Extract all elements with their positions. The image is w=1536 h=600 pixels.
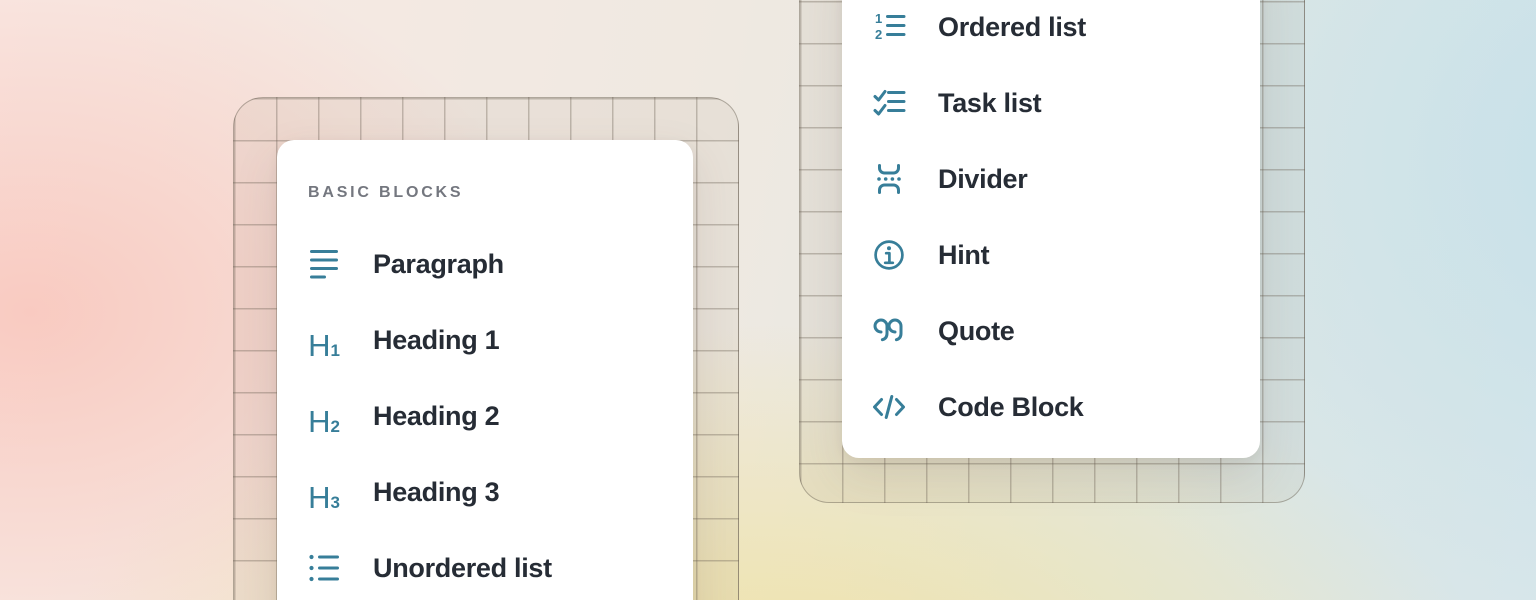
menu-section-title: BASIC BLOCKS (277, 184, 693, 201)
menu-item-task-list[interactable]: Task list (842, 65, 1260, 141)
code-block-icon (871, 389, 907, 425)
menu-item-quote[interactable]: Quote (842, 293, 1260, 369)
menu-item-label: Task list (938, 90, 1041, 117)
hint-icon (871, 237, 907, 273)
menu-item-label: Heading 1 (373, 327, 499, 354)
menu-item-label: Heading 3 (373, 479, 499, 506)
menu-item-label: Hint (938, 242, 989, 269)
unordered-list-icon (306, 550, 342, 586)
menu-item-label: Ordered list (938, 14, 1086, 41)
heading-1-icon: H1 (306, 322, 342, 358)
ordered-list-icon: 1 2 (871, 9, 907, 45)
background: BASIC BLOCKS Paragraph H1 Heading 1 H2 H… (0, 0, 1536, 600)
menu-item-unordered-list[interactable]: Unordered list (277, 530, 693, 600)
paragraph-icon (306, 246, 342, 282)
menu-item-heading-1[interactable]: H1 Heading 1 (277, 302, 693, 378)
menu-item-heading-2[interactable]: H2 Heading 2 (277, 378, 693, 454)
menu-item-paragraph[interactable]: Paragraph (277, 226, 693, 302)
menu-item-code-block[interactable]: Code Block (842, 369, 1260, 445)
menu-item-label: Unordered list (373, 555, 552, 582)
menu-item-label: Code Block (938, 394, 1084, 421)
menu-item-ordered-list[interactable]: 1 2 Ordered list (842, 0, 1260, 65)
menu-item-label: Paragraph (373, 251, 504, 278)
heading-2-icon: H2 (306, 398, 342, 434)
svg-text:2: 2 (875, 27, 882, 42)
heading-3-icon: H3 (306, 474, 342, 510)
task-list-icon (871, 85, 907, 121)
menu-item-hint[interactable]: Hint (842, 217, 1260, 293)
divider-icon (871, 161, 907, 197)
menu-item-label: Divider (938, 166, 1027, 193)
basic-blocks-menu: BASIC BLOCKS Paragraph H1 Heading 1 H2 H… (277, 140, 693, 600)
blocks-menu-continued: 1 2 Ordered list Task list (842, 0, 1260, 458)
menu-item-label: Heading 2 (373, 403, 499, 430)
menu-item-divider[interactable]: Divider (842, 141, 1260, 217)
menu-item-heading-3[interactable]: H3 Heading 3 (277, 454, 693, 530)
quote-icon (871, 313, 907, 349)
menu-item-label: Quote (938, 318, 1015, 345)
svg-text:1: 1 (875, 11, 882, 26)
